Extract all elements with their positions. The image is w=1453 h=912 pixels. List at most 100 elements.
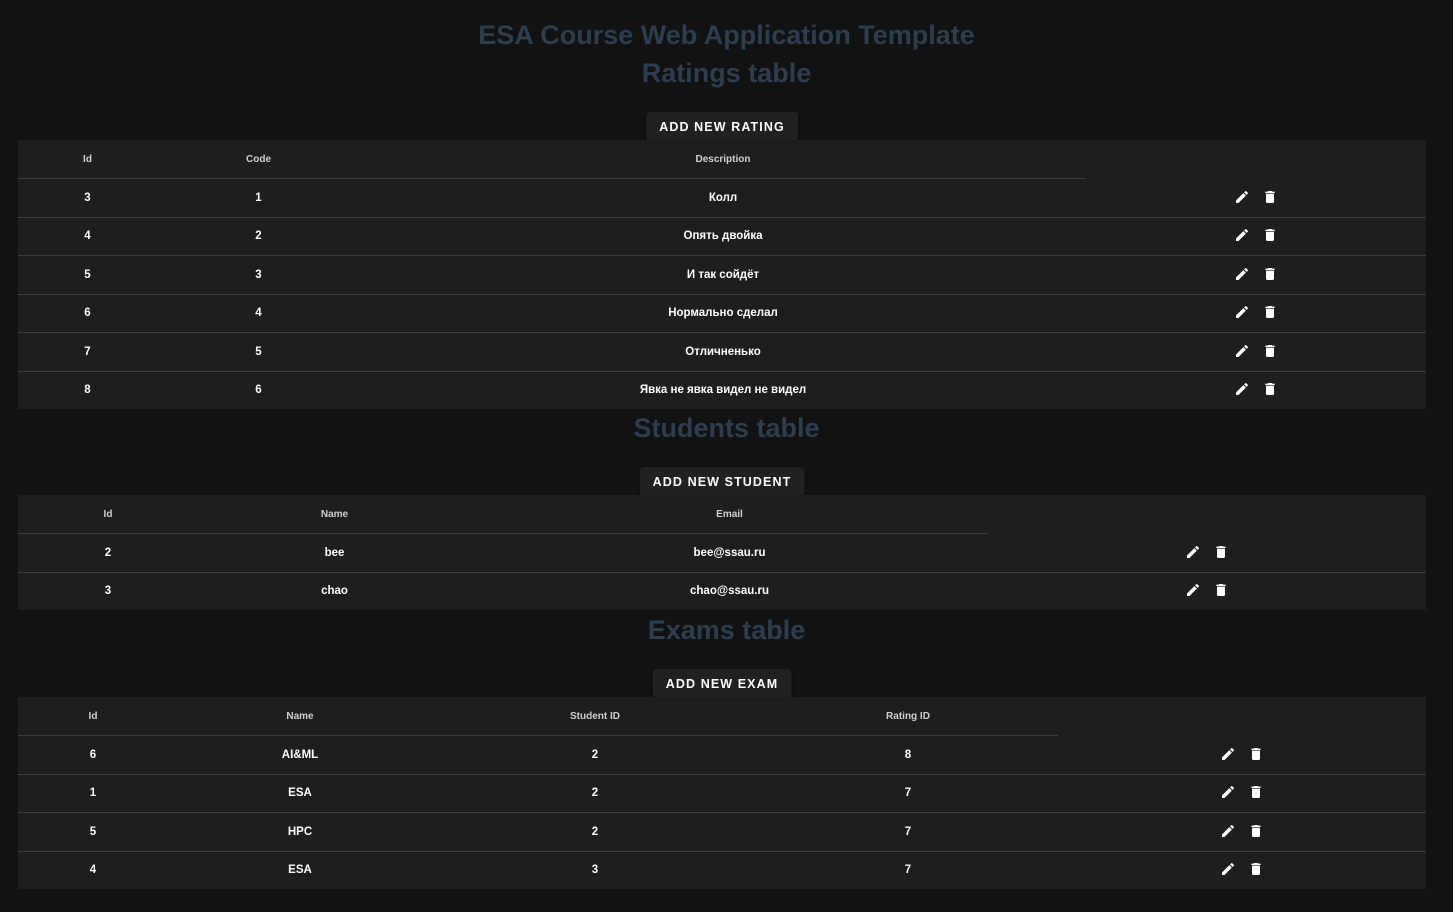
table-cell: 7 (18, 332, 157, 371)
rating-row: 7 5 Отличненько (18, 332, 1426, 371)
column-header-actions (988, 495, 1426, 534)
table-cell: Нормально сделал (360, 293, 1086, 333)
table-cell: 7 (758, 773, 1058, 813)
table-cell: chao (198, 571, 471, 610)
row-actions (1058, 812, 1426, 851)
row-actions (1058, 773, 1426, 813)
page-title: ESA Course Web Application Template (478, 20, 975, 50)
action-group (1219, 783, 1265, 801)
action-group (1233, 226, 1279, 244)
table-cell: chao@ssau.ru (471, 571, 988, 610)
rating-row: 3 1 Колл (18, 179, 1426, 218)
row-actions (1086, 370, 1426, 409)
row-actions (1086, 293, 1426, 333)
column-header-description[interactable]: Description (360, 140, 1086, 179)
table-cell: ESA (168, 850, 432, 889)
student-row: 3 chao chao@ssau.ru (18, 571, 1426, 610)
action-group (1184, 581, 1230, 599)
table-cell: 2 (104, 546, 112, 559)
pencil-icon[interactable] (1233, 380, 1251, 398)
column-header-actions (1058, 697, 1426, 736)
add-rating-button[interactable]: ADD NEW RATING (646, 112, 798, 141)
trash-icon[interactable] (1261, 226, 1279, 244)
table-header-row: Id Code Description (18, 140, 1426, 179)
pencil-icon[interactable] (1233, 188, 1251, 206)
row-actions (1058, 850, 1426, 889)
column-header-name[interactable]: Name (168, 697, 432, 736)
table-cell: 1 (18, 773, 168, 813)
action-group (1233, 380, 1279, 398)
table-header-row: Id Name Student ID Rating ID (18, 697, 1426, 736)
pencil-icon[interactable] (1233, 342, 1251, 360)
column-header-email[interactable]: Email (471, 495, 988, 534)
table-cell: 7 (758, 850, 1058, 889)
exam-row: 6 AI&ML 2 8 (18, 736, 1426, 775)
rating-row: 4 2 Опять двойка (18, 216, 1426, 256)
table-cell: 3 (18, 571, 198, 610)
pencil-icon[interactable] (1219, 783, 1237, 801)
table-cell: И так сойдёт (360, 255, 1086, 294)
students-table: Id Name Email 2 bee bee@ssau.ru 3 chao chao@s… (18, 495, 1426, 610)
table-cell: 3 (432, 850, 758, 889)
pencil-icon[interactable] (1184, 581, 1202, 599)
action-group (1219, 745, 1265, 763)
row-actions (1086, 332, 1426, 371)
table-cell: 6 (157, 370, 360, 409)
trash-icon[interactable] (1247, 783, 1265, 801)
pencil-icon[interactable] (1233, 265, 1251, 283)
pencil-icon[interactable] (1219, 745, 1237, 763)
table-cell: Опять двойка (360, 216, 1086, 256)
action-group (1219, 822, 1265, 840)
pencil-icon[interactable] (1233, 226, 1251, 244)
add-student-button[interactable]: ADD NEW STUDENT (639, 467, 805, 496)
trash-icon[interactable] (1261, 342, 1279, 360)
rating-row: 8 6 Явка не явка видел не видел (18, 370, 1426, 409)
table-cell: 1 (255, 191, 262, 204)
table-cell: 8 (18, 370, 157, 409)
table-header-row: Id Name Email (18, 495, 1426, 534)
rating-row: 53И так сойдёт (18, 255, 1426, 294)
column-header-rating-id[interactable]: Rating ID (758, 697, 1058, 736)
table-cell: bee@ssau.ru (693, 546, 766, 559)
pencil-icon[interactable] (1219, 822, 1237, 840)
table-cell: HPC (168, 812, 432, 851)
row-actions (1086, 255, 1426, 294)
table-cell: 3 (157, 255, 360, 294)
column-header-id[interactable]: Id (18, 495, 198, 534)
students-title: Students table (633, 413, 820, 443)
row-actions (1086, 179, 1426, 218)
table-cell: 7 (758, 812, 1058, 851)
trash-icon[interactable] (1261, 188, 1279, 206)
students-table-body: 2 bee bee@ssau.ru 3 chao chao@ssau.ru (18, 534, 1426, 610)
row-actions (1086, 216, 1426, 256)
table-cell: 8 (904, 748, 912, 761)
pencil-icon[interactable] (1184, 543, 1202, 561)
ratings-table: Id Code Description 3 1 Колл 4 2 Опять двойка… (18, 140, 1426, 409)
trash-icon[interactable] (1261, 380, 1279, 398)
trash-icon[interactable] (1247, 822, 1265, 840)
column-header-name[interactable]: Name (198, 495, 471, 534)
trash-icon[interactable] (1261, 265, 1279, 283)
table-cell: 5 (18, 812, 168, 851)
table-cell: AI&ML (281, 748, 319, 761)
table-cell: Колл (708, 191, 738, 204)
add-exam-button[interactable]: ADD NEW EXAM (652, 669, 792, 698)
table-cell: Отличненько (360, 332, 1086, 371)
pencil-icon[interactable] (1233, 303, 1251, 321)
exam-row: 5 HPC 2 7 (18, 812, 1426, 851)
row-actions (988, 534, 1426, 573)
row-actions (1058, 736, 1426, 775)
column-header-id[interactable]: Id (18, 697, 168, 736)
column-header-code[interactable]: Code (157, 140, 360, 179)
trash-icon[interactable] (1261, 303, 1279, 321)
trash-icon[interactable] (1212, 581, 1230, 599)
trash-icon[interactable] (1247, 860, 1265, 878)
column-header-student-id[interactable]: Student ID (432, 697, 758, 736)
table-cell: 3 (84, 191, 91, 204)
rating-row: 6 4 Нормально сделал (18, 293, 1426, 333)
pencil-icon[interactable] (1219, 860, 1237, 878)
column-header-id[interactable]: Id (18, 140, 157, 179)
trash-icon[interactable] (1247, 745, 1265, 763)
trash-icon[interactable] (1212, 543, 1230, 561)
exams-table-body: 6 AI&ML 2 8 1 ESA 2 7 5 HPC 2 7 4 ESA 3 7 (18, 736, 1426, 889)
